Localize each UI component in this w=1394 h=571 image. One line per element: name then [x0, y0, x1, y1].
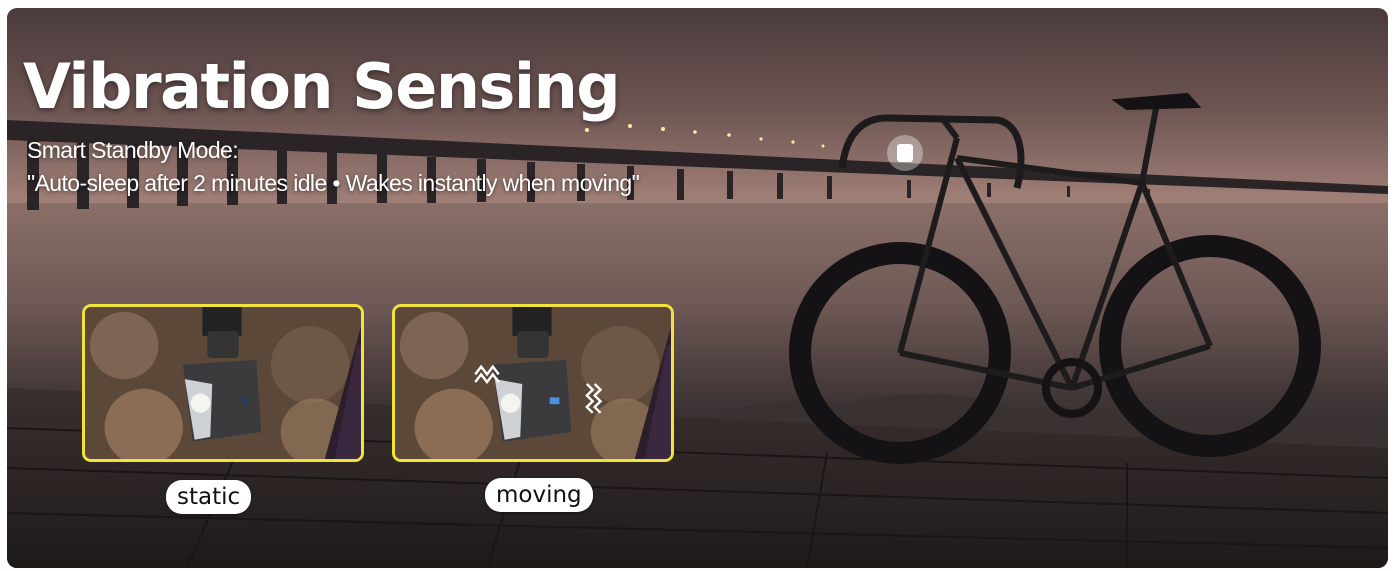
moving-state-photo	[392, 304, 674, 462]
product-banner: Vibration Sensing Smart Standby Mode: "A…	[7, 8, 1388, 568]
headline-subtitle-description: "Auto-sleep after 2 minutes idle • Wakes…	[27, 170, 640, 196]
state-label-static: static	[166, 480, 252, 514]
state-label-moving: moving	[485, 478, 593, 512]
headline-subtitle-mode: Smart Standby Mode:	[27, 137, 239, 163]
static-state-photo	[82, 304, 364, 462]
headlight	[897, 144, 913, 162]
headline-title: Vibration Sensing	[23, 50, 621, 123]
